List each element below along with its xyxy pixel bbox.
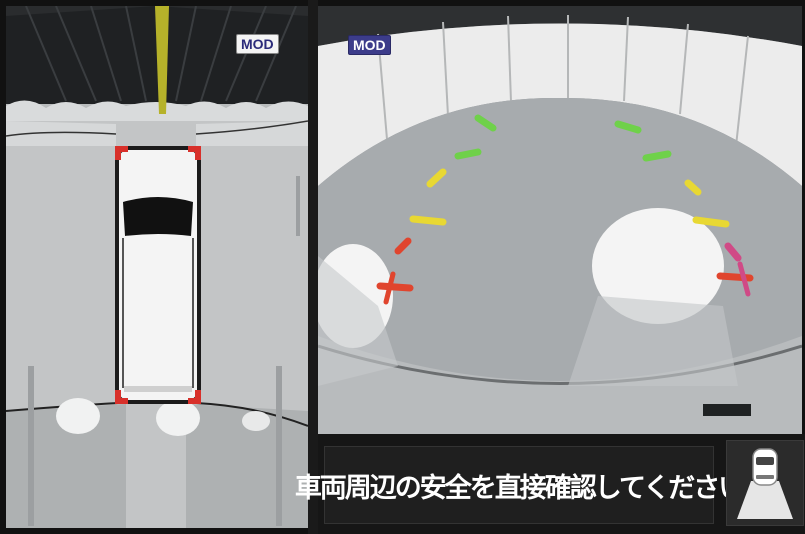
rear-view-mode-badge: MOD bbox=[348, 35, 391, 55]
top-view-mode-badge: MOD bbox=[236, 34, 279, 54]
safety-message-bar: 車両周辺の安全を直接確認してください bbox=[295, 446, 745, 524]
vehicle-top-icon bbox=[115, 146, 201, 404]
top-view-pane bbox=[6, 6, 308, 528]
car-front-camera-icon bbox=[737, 448, 793, 519]
top-view-image bbox=[6, 6, 308, 528]
rear-view-image bbox=[318, 6, 802, 434]
rear-view-pane bbox=[318, 6, 802, 434]
safety-message: 車両周辺の安全を直接確認してください bbox=[294, 472, 745, 504]
camera-mode-button[interactable] bbox=[726, 440, 804, 526]
view-divider bbox=[308, 0, 318, 534]
camera-display: MOD MOD 車両周辺の安全を直接確認してください bbox=[0, 0, 805, 534]
